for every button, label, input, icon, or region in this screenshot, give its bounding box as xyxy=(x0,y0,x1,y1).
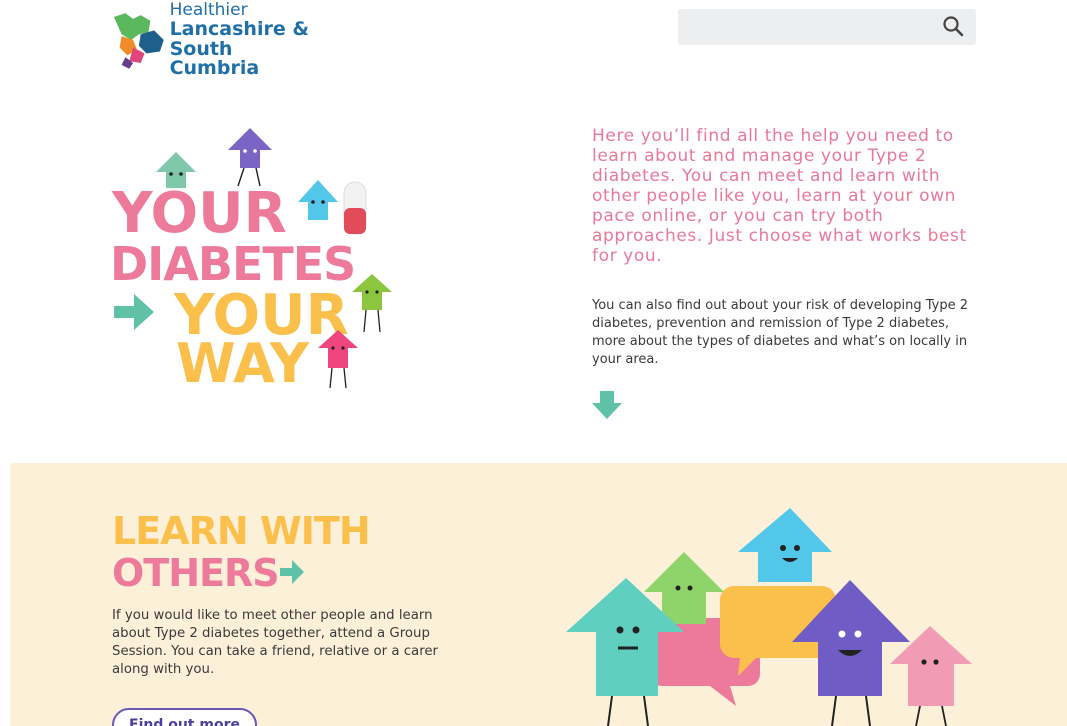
purple-arrow-character-icon xyxy=(228,128,272,187)
heading-learn-with: LEARN WITH xyxy=(112,510,370,553)
search-button[interactable] xyxy=(940,15,966,39)
logo-line-2: Lancashire & xyxy=(169,18,309,40)
learn-with-others-text: If you would like to meet other people a… xyxy=(112,608,439,677)
learn-with-others-heading: LEARN WITH OTHERS xyxy=(112,510,371,590)
search-bar xyxy=(678,9,976,45)
logo-line-1: Healthier xyxy=(169,0,248,20)
lime-arrow-character-icon xyxy=(352,274,392,333)
teal-arrow-right-icon xyxy=(280,560,304,584)
your-diabetes-your-way-artwork: YOUR DIABETES YOUR WAY xyxy=(110,128,392,394)
map-logo-icon xyxy=(113,13,164,69)
find-out-more-button[interactable]: Find out more xyxy=(112,708,257,726)
hero-secondary-text: You can also find out about your risk of… xyxy=(592,298,969,367)
artwork-text-way: WAY xyxy=(176,332,310,394)
teal-arrow-icon xyxy=(114,294,154,330)
heading-others: OTHERS xyxy=(112,551,279,590)
hero-intro-text: Here you’ll find all the help you need t… xyxy=(592,126,967,266)
blue-arrow-character-icon xyxy=(738,508,832,582)
group-session-artwork xyxy=(566,508,972,726)
search-input[interactable] xyxy=(678,9,928,45)
search-icon xyxy=(943,16,964,37)
site-logo[interactable]: Healthier Lancashire & South Cumbria xyxy=(112,2,322,78)
arrow-down-icon[interactable] xyxy=(590,389,624,421)
logo-wordmark: Healthier Lancashire & South Cumbria xyxy=(170,2,322,78)
logo-line-3: South Cumbria xyxy=(169,38,260,79)
blue-arrow-character-icon xyxy=(298,180,367,235)
